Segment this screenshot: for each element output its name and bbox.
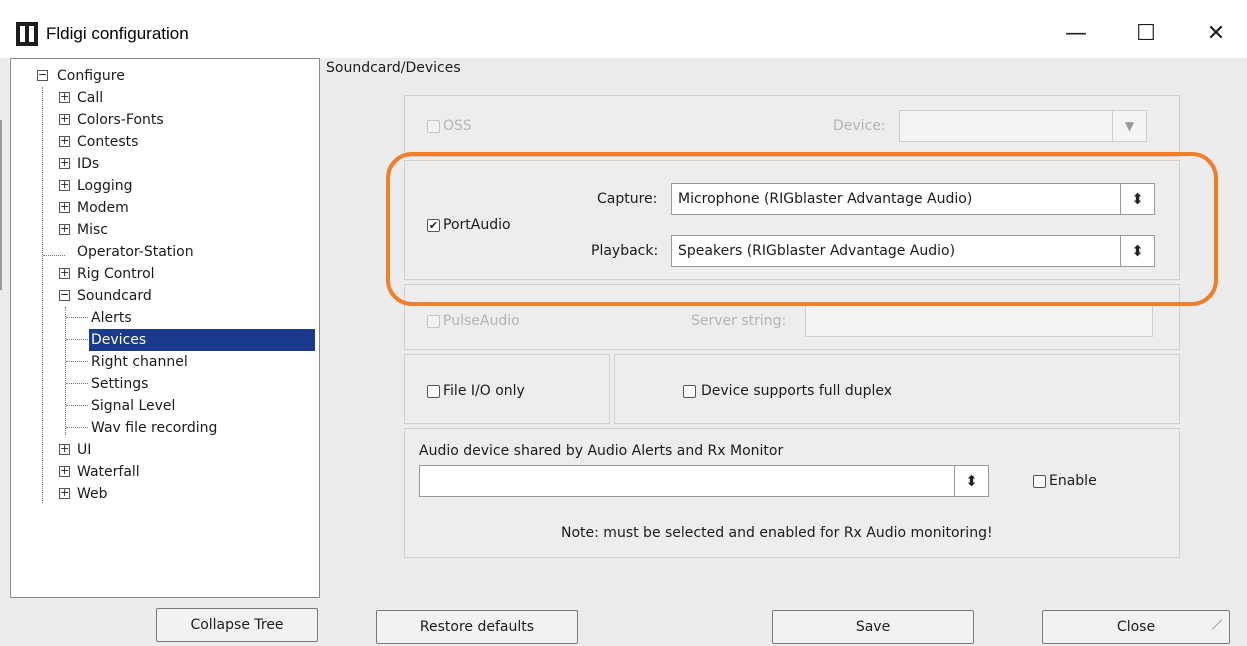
expand-icon[interactable]: + xyxy=(59,443,70,455)
tree-item-signal-level[interactable]: Signal Level xyxy=(11,395,311,417)
audio-shared-label: Audio device shared by Audio Alerts and … xyxy=(419,443,784,459)
duplex-group: Device supports full duplex xyxy=(614,354,1180,424)
resize-grip-icon[interactable] xyxy=(1208,616,1224,632)
tree-item-label: Misc xyxy=(77,222,108,238)
expand-icon[interactable]: + xyxy=(59,135,70,147)
audio-shared-select[interactable]: ⬍ xyxy=(419,465,989,497)
oss-device-select[interactable]: ▼ xyxy=(899,110,1147,142)
tree-item-label: Settings xyxy=(91,376,149,392)
tree-item-soundcard[interactable]: − Soundcard xyxy=(11,285,311,307)
tree-item-call[interactable]: + Call xyxy=(11,87,311,109)
tree-item-label: Soundcard xyxy=(77,288,152,304)
collapse-tree-button[interactable]: Collapse Tree xyxy=(156,608,318,642)
device-label: Device: xyxy=(833,118,886,134)
minimize-button[interactable]: — xyxy=(1046,14,1106,54)
tree-item-waterfall[interactable]: + Waterfall xyxy=(11,461,311,483)
oss-label: OSS xyxy=(443,118,472,134)
expand-icon[interactable]: + xyxy=(59,267,70,279)
save-button[interactable]: Save xyxy=(772,610,974,644)
tree-item-label: Contests xyxy=(77,134,139,150)
fileio-group: File I/O only xyxy=(404,354,610,424)
tree-item-contests[interactable]: + Contests xyxy=(11,131,311,153)
tree-item-label: IDs xyxy=(77,156,100,172)
tree-item-logging[interactable]: + Logging xyxy=(11,175,311,197)
collapse-icon[interactable]: − xyxy=(59,289,70,301)
full-duplex-checkbox[interactable] xyxy=(683,385,696,398)
spin-arrows-icon[interactable]: ⬍ xyxy=(954,466,988,496)
expand-icon[interactable]: + xyxy=(59,487,70,499)
tree-item-label: Operator-Station xyxy=(77,244,194,260)
tree-item-ui[interactable]: + UI xyxy=(11,439,311,461)
tree-item-misc[interactable]: + Misc xyxy=(11,219,311,241)
tree-item-label: Configure xyxy=(57,68,125,84)
tree-item-label-selected: Devices xyxy=(88,328,316,352)
config-tree[interactable]: − Configure + Call + Colors-Fonts + Cont… xyxy=(10,58,320,598)
window-edge xyxy=(0,120,2,290)
fileio-checkbox[interactable] xyxy=(427,385,440,398)
tree-item-colors-fonts[interactable]: + Colors-Fonts xyxy=(11,109,311,131)
restore-defaults-button[interactable]: Restore defaults xyxy=(376,610,578,644)
tree-item-label: Rig Control xyxy=(77,266,155,282)
tree-item-settings[interactable]: Settings xyxy=(11,373,311,395)
tree-item-configure[interactable]: − Configure xyxy=(11,65,311,87)
oss-checkbox[interactable] xyxy=(427,120,440,133)
expand-icon[interactable]: + xyxy=(59,223,70,235)
fileio-label: File I/O only xyxy=(443,383,525,399)
tree-item-label: Logging xyxy=(77,178,133,194)
tree-item-label: Signal Level xyxy=(91,398,176,414)
close-window-button[interactable]: ✕ xyxy=(1186,14,1246,54)
dropdown-arrow-icon[interactable]: ▼ xyxy=(1112,111,1146,141)
expand-icon[interactable]: + xyxy=(59,91,70,103)
rx-monitor-note: Note: must be selected and enabled for R… xyxy=(561,525,993,541)
close-button[interactable]: Close xyxy=(1042,610,1230,644)
pulseaudio-label: PulseAudio xyxy=(443,313,520,329)
tree-item-devices[interactable]: Devices xyxy=(11,328,316,352)
tree-item-alerts[interactable]: Alerts xyxy=(11,307,311,329)
fldigi-app-icon xyxy=(16,22,38,46)
tree-item-label: Call xyxy=(77,90,104,106)
window-title: Fldigi configuration xyxy=(46,24,189,43)
tree-item-label: Wav file recording xyxy=(91,420,218,436)
expand-icon[interactable]: + xyxy=(59,113,70,125)
tree-item-ids[interactable]: + IDs xyxy=(11,153,311,175)
full-duplex-label: Device supports full duplex xyxy=(701,383,893,399)
tree-item-label: Waterfall xyxy=(77,464,140,480)
tree-item-label: Modem xyxy=(77,200,129,216)
server-string-input[interactable] xyxy=(805,303,1153,337)
title-bar: Fldigi configuration — ☐ ✕ xyxy=(0,0,1247,58)
tree-item-operator-station[interactable]: Operator-Station xyxy=(11,241,311,263)
expand-icon[interactable]: + xyxy=(59,201,70,213)
enable-checkbox[interactable] xyxy=(1033,475,1046,488)
collapse-icon[interactable]: − xyxy=(37,69,48,81)
tree-item-right-channel[interactable]: Right channel xyxy=(11,351,311,373)
tree-item-label: Colors-Fonts xyxy=(77,112,164,128)
tree-item-label: Web xyxy=(77,486,108,502)
highlight-annotation xyxy=(386,152,1218,306)
tree-item-label: Right channel xyxy=(91,354,188,370)
maximize-button[interactable]: ☐ xyxy=(1116,14,1176,54)
tree-item-web[interactable]: + Web xyxy=(11,483,311,505)
expand-icon[interactable]: + xyxy=(59,179,70,191)
oss-group: OSS Device: ▼ xyxy=(404,95,1180,157)
expand-icon[interactable]: + xyxy=(59,157,70,169)
tree-item-wav-file-recording[interactable]: Wav file recording xyxy=(11,417,311,439)
pulseaudio-checkbox[interactable] xyxy=(427,315,440,328)
tree-item-modem[interactable]: + Modem xyxy=(11,197,311,219)
tree-item-label: Alerts xyxy=(91,310,132,326)
tree-item-label: UI xyxy=(77,442,92,458)
audio-shared-group: Audio device shared by Audio Alerts and … xyxy=(404,428,1180,558)
section-title: Soundcard/Devices xyxy=(326,60,461,76)
expand-icon[interactable]: + xyxy=(59,465,70,477)
tree-item-rig-control[interactable]: + Rig Control xyxy=(11,263,311,285)
enable-label: Enable xyxy=(1049,473,1097,489)
server-string-label: Server string: xyxy=(691,313,787,329)
